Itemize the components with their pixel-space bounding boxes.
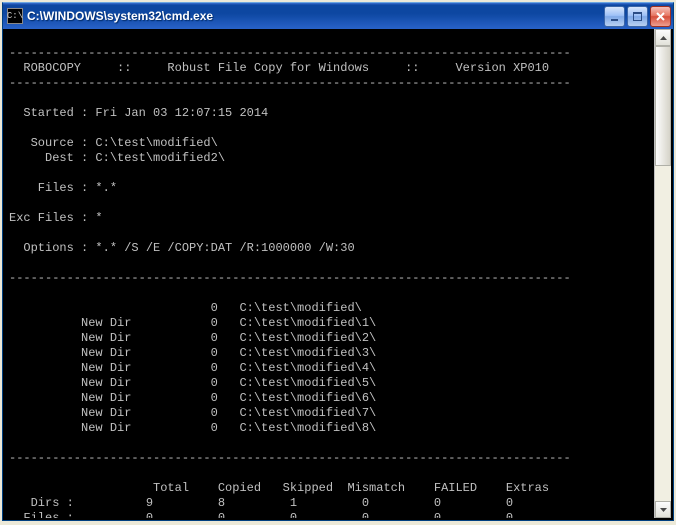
scroll-thumb[interactable]: [655, 46, 671, 166]
cmd-window: C:\ C:\WINDOWS\system32\cmd.exe --------…: [2, 2, 674, 521]
maximize-button[interactable]: [627, 6, 648, 27]
titlebar[interactable]: C:\ C:\WINDOWS\system32\cmd.exe: [3, 3, 673, 29]
content-area: ----------------------------------------…: [5, 29, 671, 518]
scroll-track[interactable]: [655, 46, 671, 501]
minimize-button[interactable]: [604, 6, 625, 27]
scroll-down-button[interactable]: [655, 501, 671, 518]
window-title: C:\WINDOWS\system32\cmd.exe: [27, 9, 604, 23]
close-button[interactable]: [650, 6, 671, 27]
cmd-icon: C:\: [7, 8, 23, 24]
window-buttons: [604, 6, 671, 27]
vertical-scrollbar[interactable]: [654, 29, 671, 518]
scroll-up-button[interactable]: [655, 29, 671, 46]
console-output: ----------------------------------------…: [5, 29, 654, 518]
